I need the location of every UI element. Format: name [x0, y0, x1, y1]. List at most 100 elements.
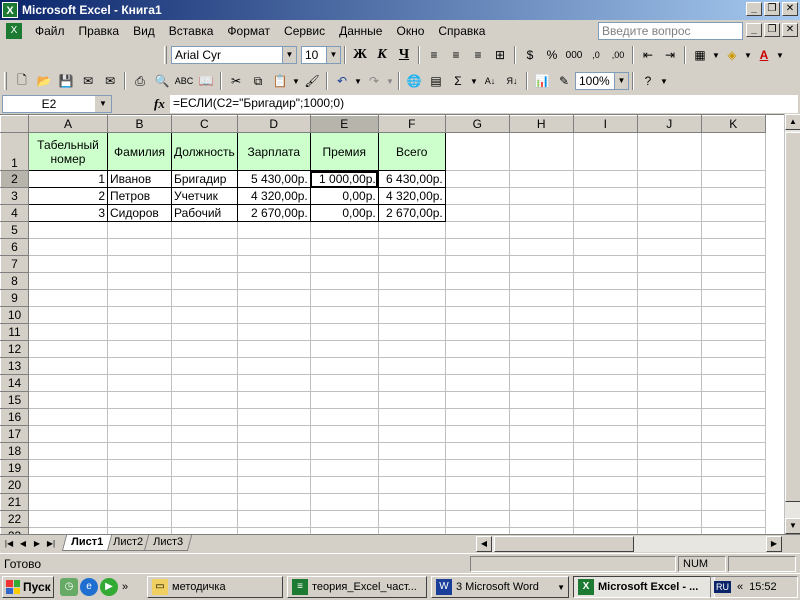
row-header[interactable]: 9: [0, 289, 29, 307]
cell[interactable]: [107, 357, 172, 375]
cell[interactable]: [236, 425, 311, 443]
cell[interactable]: [444, 132, 510, 171]
row-header[interactable]: 22: [0, 510, 29, 528]
cut-icon[interactable]: ✂: [225, 70, 247, 92]
format-painter-icon[interactable]: 🖌: [301, 70, 323, 92]
cell[interactable]: [508, 255, 574, 273]
clock-icon[interactable]: ◷: [60, 578, 78, 596]
cell[interactable]: [28, 374, 108, 392]
permission-icon[interactable]: ✉: [77, 70, 99, 92]
next-sheet-icon[interactable]: ▶: [30, 536, 44, 551]
cell[interactable]: [636, 289, 702, 307]
select-all-corner[interactable]: [0, 115, 29, 133]
row-header[interactable]: 20: [0, 476, 29, 494]
cell[interactable]: [107, 255, 172, 273]
zoom-select[interactable]: 100% ▼: [575, 72, 629, 90]
research-icon[interactable]: 📖: [195, 70, 217, 92]
row-header[interactable]: 13: [0, 357, 29, 375]
chevron-down-icon[interactable]: ▼: [353, 70, 363, 92]
cell[interactable]: [28, 476, 108, 494]
cell[interactable]: [444, 442, 510, 460]
autosum-button[interactable]: Σ: [447, 70, 469, 92]
cell[interactable]: [377, 425, 446, 443]
cell[interactable]: [377, 493, 446, 511]
cell[interactable]: [309, 289, 379, 307]
cell[interactable]: [28, 408, 108, 426]
close-button[interactable]: ✕: [782, 2, 798, 16]
cell[interactable]: [700, 238, 766, 256]
cell[interactable]: [700, 357, 766, 375]
cell[interactable]: [700, 476, 766, 494]
quick-launch-more-icon[interactable]: »: [122, 581, 128, 593]
cell[interactable]: [28, 442, 108, 460]
cell[interactable]: [700, 493, 766, 511]
cell[interactable]: [700, 425, 766, 443]
chevron-down-icon[interactable]: ▼: [743, 44, 753, 66]
tray-expand-icon[interactable]: «: [737, 581, 743, 593]
decrease-indent-icon[interactable]: ⇤: [637, 44, 659, 66]
cell[interactable]: [636, 204, 702, 222]
fill-color-icon[interactable]: ◈: [721, 44, 743, 66]
cell[interactable]: [171, 323, 238, 341]
cell[interactable]: [377, 459, 446, 477]
cell[interactable]: [236, 374, 311, 392]
borders-icon[interactable]: ▦: [689, 44, 711, 66]
cell[interactable]: [236, 323, 311, 341]
cell[interactable]: [377, 408, 446, 426]
decrease-decimal-icon[interactable]: ,00: [607, 44, 629, 66]
cell[interactable]: [236, 391, 311, 409]
cell[interactable]: [377, 323, 446, 341]
cell[interactable]: [444, 340, 510, 358]
cell[interactable]: [508, 132, 574, 171]
table-header-cell[interactable]: Табельный номер: [28, 132, 108, 171]
active-cell[interactable]: 1 000,00р.: [309, 170, 379, 188]
cell[interactable]: [171, 357, 238, 375]
row-header[interactable]: 15: [0, 391, 29, 409]
workbook-minimize-button[interactable]: _: [746, 23, 762, 37]
cell[interactable]: [508, 476, 574, 494]
cell[interactable]: [444, 255, 510, 273]
cell[interactable]: [377, 391, 446, 409]
cell[interactable]: [28, 221, 108, 239]
paste-icon[interactable]: 📋: [269, 70, 291, 92]
cell[interactable]: [572, 425, 638, 443]
cell[interactable]: [636, 425, 702, 443]
cell[interactable]: [28, 391, 108, 409]
cell[interactable]: [28, 510, 108, 528]
cell[interactable]: [107, 408, 172, 426]
cell[interactable]: [171, 374, 238, 392]
italic-button[interactable]: К: [371, 44, 393, 66]
cell[interactable]: [572, 204, 638, 222]
cell[interactable]: [309, 510, 379, 528]
cell[interactable]: [700, 272, 766, 290]
undo-icon[interactable]: ↶: [331, 70, 353, 92]
cell[interactable]: [236, 357, 311, 375]
cell[interactable]: Учетчик: [171, 187, 238, 205]
cell[interactable]: [636, 357, 702, 375]
cell[interactable]: [107, 323, 172, 341]
column-header[interactable]: A: [28, 115, 108, 133]
cell[interactable]: [636, 493, 702, 511]
cell[interactable]: [572, 374, 638, 392]
cell[interactable]: [236, 459, 311, 477]
cell[interactable]: [636, 323, 702, 341]
cell[interactable]: [572, 459, 638, 477]
workbook-icon[interactable]: X: [6, 23, 22, 39]
task-excel-theory[interactable]: ≡ теория_Excel_част...: [287, 576, 427, 598]
chevron-down-icon[interactable]: ▼: [282, 47, 296, 63]
table-header-cell[interactable]: Зарплата: [236, 132, 311, 171]
clock[interactable]: 15:52: [749, 581, 777, 593]
cell[interactable]: [171, 306, 238, 324]
font-name-select[interactable]: Arial Cyr ▼: [171, 46, 297, 64]
chevron-down-icon[interactable]: ▼: [775, 44, 785, 66]
cell[interactable]: 2 670,00р.: [236, 204, 311, 222]
cell[interactable]: [444, 408, 510, 426]
cell[interactable]: [236, 476, 311, 494]
cell[interactable]: 2 670,00р.: [377, 204, 446, 222]
cell[interactable]: [107, 374, 172, 392]
cell[interactable]: [171, 493, 238, 511]
cell[interactable]: [444, 459, 510, 477]
row-header[interactable]: 19: [0, 459, 29, 477]
menu-help[interactable]: Справка: [431, 24, 492, 38]
cell[interactable]: [107, 442, 172, 460]
